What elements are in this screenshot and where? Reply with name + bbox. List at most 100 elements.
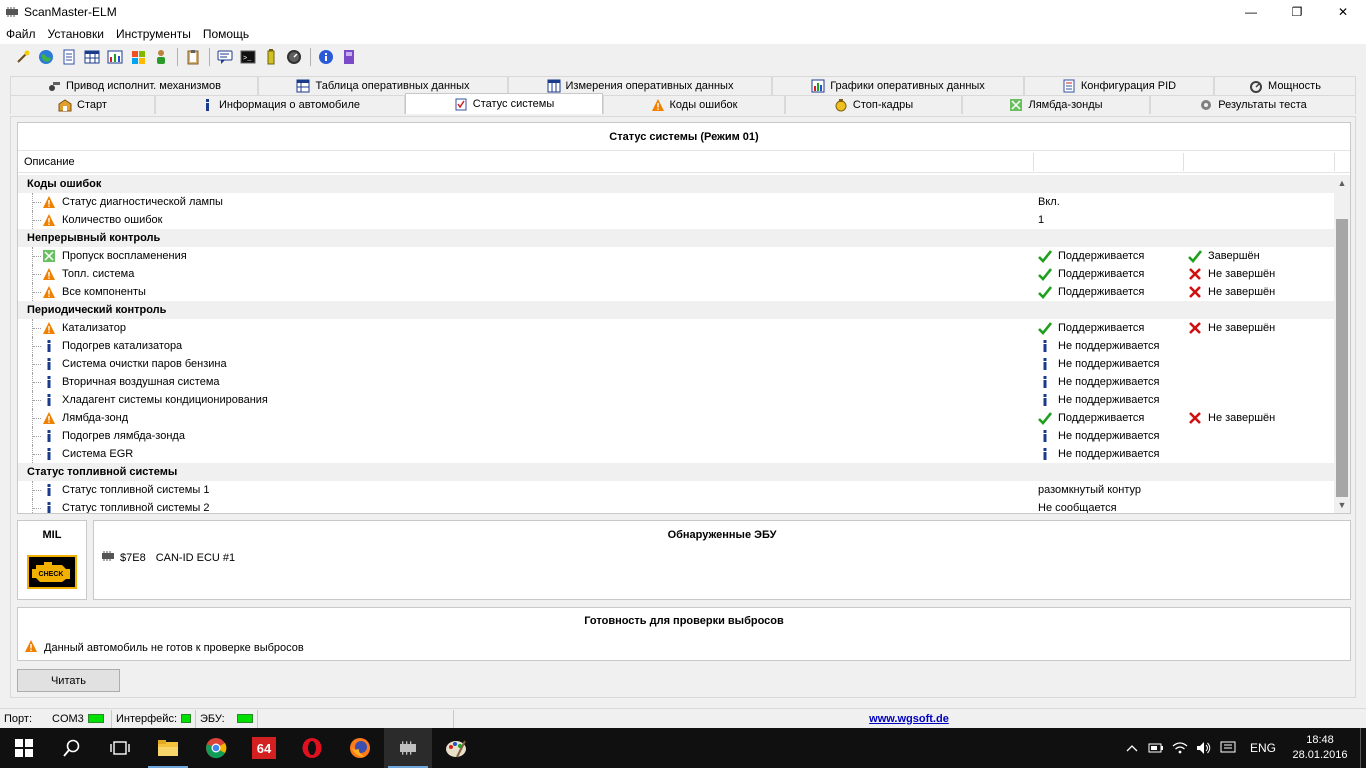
table-row[interactable]: Все компоненты Поддерживается Не завершён [18,283,1336,301]
tab-power[interactable]: Мощность [1214,76,1356,95]
close-button[interactable]: ✕ [1320,0,1366,24]
svg-text:>_: >_ [243,55,252,63]
chat-icon[interactable] [216,48,234,66]
check-engine-icon: CHECK [27,555,77,589]
table-row[interactable]: Статус топливной системы 2 Не сообщается [18,499,1336,513]
person-icon[interactable] [152,48,170,66]
column-separator[interactable] [1033,153,1034,171]
scroll-down-icon[interactable]: ▼ [1334,497,1350,513]
warning-icon [42,285,56,299]
wifi-icon[interactable] [1168,728,1192,768]
globe-icon[interactable] [37,48,55,66]
windows-start-icon[interactable] [0,728,48,768]
tab-freeze-frames[interactable]: Стоп-кадры [785,95,962,114]
info-icon[interactable] [317,48,335,66]
minimize-button[interactable]: — [1228,0,1274,24]
table-row[interactable]: Пропуск воспламенения Поддерживается Завер… [18,247,1336,265]
table-row[interactable]: Статус диагностической лампы Вкл. [18,193,1336,211]
book-icon[interactable] [340,48,358,66]
clock[interactable]: 18:48 28.01.2016 [1286,733,1354,763]
table-row[interactable]: Топл. система Поддерживается Не завершён [18,265,1336,283]
group-header[interactable]: Периодический контроль [18,301,1336,319]
tab-vehicle-info[interactable]: Информация о автомобиле [155,95,405,114]
chrome-icon[interactable] [192,728,240,768]
table-row[interactable]: Количество ошибок 1 [18,211,1336,229]
menu-file[interactable]: Файл [0,27,42,41]
firefox-icon[interactable] [336,728,384,768]
wizard-icon[interactable] [14,48,32,66]
table-row[interactable]: Лямбда-зонд Поддерживается Не завершён [18,409,1336,427]
row-label: Вторичная воздушная система [62,376,220,388]
volume-icon[interactable] [1192,728,1216,768]
maximize-button[interactable]: ❐ [1274,0,1320,24]
group-header[interactable]: Непрерывный контроль [18,229,1336,247]
document-icon[interactable] [60,48,78,66]
language-indicator[interactable]: ENG [1240,741,1286,755]
table-row[interactable]: Подогрев катализатора Не поддерживается [18,337,1336,355]
table-row[interactable]: Система EGR Не поддерживается [18,445,1336,463]
tree-connector [32,445,42,463]
aida64-icon[interactable]: 64 [240,728,288,768]
menu-settings[interactable]: Установки [42,27,110,41]
show-desktop-button[interactable] [1360,728,1366,768]
table-row[interactable]: Вторичная воздушная система Не поддержива… [18,373,1336,391]
tab-pid-config[interactable]: Конфигурация PID [1024,76,1214,95]
completion-value: Не завершён [1208,322,1276,334]
battery-icon[interactable] [1144,728,1168,768]
mil-title: MIL [42,529,62,541]
readiness-message: Данный автомобиль не готов к проверке вы… [24,639,304,656]
chart-icon[interactable] [106,48,124,66]
windows-icon[interactable] [129,48,147,66]
notifications-icon[interactable] [1216,728,1240,768]
group-header[interactable]: Коды ошибок [18,175,1336,193]
ecu-list-item[interactable]: $7E8 CAN-ID ECU #1 [100,550,235,565]
website-link[interactable]: www.wgsoft.de [869,713,949,725]
tab-trouble-codes[interactable]: Коды ошибок [603,95,785,114]
tab-system-status[interactable]: Статус системы [405,93,603,114]
tab-label: Таблица оперативных данных [315,80,470,92]
table-row[interactable]: Статус топливной системы 1 разомкнутый ко… [18,481,1336,499]
column-separator[interactable] [1334,153,1335,171]
gauge-icon[interactable] [285,48,303,66]
vertical-scrollbar[interactable]: ▲ ▼ [1334,175,1350,513]
column-separator[interactable] [1183,153,1184,171]
system-tray: ENG 18:48 28.01.2016 [1120,728,1366,768]
task-view-icon[interactable] [96,728,144,768]
chevron-up-icon[interactable] [1120,728,1144,768]
read-button[interactable]: Читать [17,669,120,692]
table-row[interactable]: Катализатор Поддерживается Не завершён [18,319,1336,337]
search-icon[interactable] [48,728,96,768]
battery-icon[interactable] [262,48,280,66]
info-icon [42,447,56,461]
tab-test-results[interactable]: Результаты теста [1150,95,1356,114]
paint-icon[interactable] [432,728,480,768]
menu-help[interactable]: Помощь [197,27,255,41]
file-explorer-icon[interactable] [144,728,192,768]
tab-label: Лямбда-зонды [1028,99,1103,111]
scanmaster-icon[interactable] [384,728,432,768]
terminal-icon[interactable]: >_ [239,48,257,66]
ecu-title: Обнаруженные ЭБУ [667,529,777,541]
support-value: Не поддерживается [1058,430,1160,442]
menu-tools[interactable]: Инструменты [110,27,197,41]
table-row[interactable]: Хладагент системы кондиционирования Не по… [18,391,1336,409]
support-cell: Не сообщается [1038,500,1117,513]
windows-taskbar: 64 ENG 18:48 28.01.2016 [0,728,1366,768]
tab-live-data-graphs[interactable]: Графики оперативных данных [772,76,1024,95]
tab-actuator-test[interactable]: Привод исполнит. механизмов [10,76,258,95]
emissions-readiness-box: Готовность для проверки выбросов Данный … [17,607,1351,661]
table-row[interactable]: Подогрев лямбда-зонда Не поддерживается [18,427,1336,445]
opera-icon[interactable] [288,728,336,768]
table-row[interactable]: Система очистки паров бензина Не поддержи… [18,355,1336,373]
tab-start[interactable]: Старт [10,95,155,114]
table-icon[interactable] [83,48,101,66]
support-value: Не поддерживается [1058,340,1160,352]
group-header[interactable]: Статус топливной системы [18,463,1336,481]
scroll-thumb[interactable] [1336,219,1348,497]
clipboard-icon[interactable] [184,48,202,66]
column-header-description[interactable]: Описание [24,151,75,173]
check-lamp-text: CHECK [39,571,64,578]
toolbar-separator [310,48,311,66]
tab-o2-sensors[interactable]: Лямбда-зонды [962,95,1150,114]
scroll-up-icon[interactable]: ▲ [1334,175,1350,191]
